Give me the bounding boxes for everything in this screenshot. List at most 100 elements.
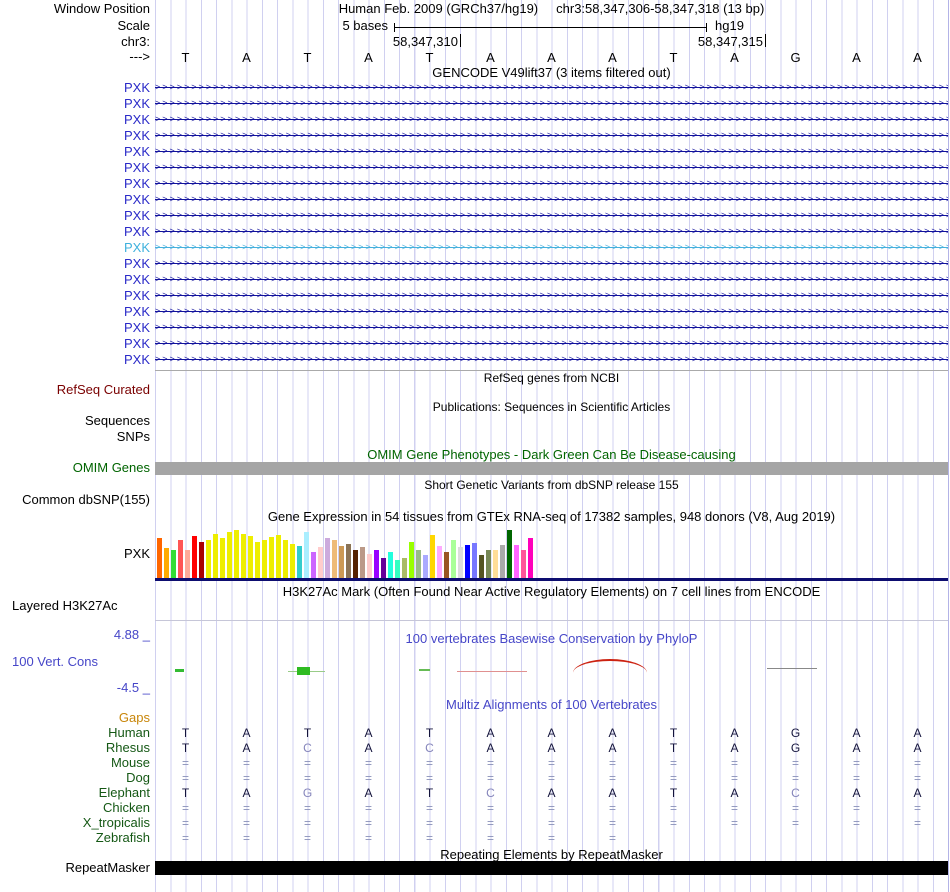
gtex-bar[interactable]	[332, 540, 337, 580]
gene-row[interactable]: >>>>>>>>>>>>>>>>>>>>>>>>>>>>>>>>>>>>>>>>…	[155, 193, 948, 206]
gtex-bar[interactable]	[465, 545, 470, 580]
gene-row-label[interactable]: PXK	[0, 129, 150, 142]
species-label-rhesus[interactable]: Rhesus	[0, 741, 150, 755]
gtex-bar[interactable]	[416, 550, 421, 580]
species-label-x-tropicalis[interactable]: X_tropicalis	[0, 816, 150, 830]
gene-row[interactable]: >>>>>>>>>>>>>>>>>>>>>>>>>>>>>>>>>>>>>>>>…	[155, 97, 948, 110]
gtex-bar[interactable]	[318, 547, 323, 580]
gtex-bar[interactable]	[290, 544, 295, 580]
gtex-bar[interactable]	[479, 555, 484, 580]
gtex-bar[interactable]	[227, 532, 232, 580]
alignment-row[interactable]: TAGATCAATACAA	[155, 786, 948, 801]
gtex-bar[interactable]	[374, 550, 379, 580]
gtex-bar[interactable]	[430, 535, 435, 580]
gtex-bar[interactable]	[255, 542, 260, 580]
gene-row[interactable]: >>>>>>>>>>>>>>>>>>>>>>>>>>>>>>>>>>>>>>>>…	[155, 337, 948, 350]
gtex-bar[interactable]	[528, 538, 533, 580]
gene-row[interactable]: >>>>>>>>>>>>>>>>>>>>>>>>>>>>>>>>>>>>>>>>…	[155, 145, 948, 158]
track-label-refseq-curated[interactable]: RefSeq Curated	[0, 383, 150, 397]
gtex-bar[interactable]	[486, 550, 491, 580]
alignment-row[interactable]: = = = = = = = = = = = = =	[155, 816, 948, 831]
track-label-snps[interactable]: SNPs	[0, 430, 150, 444]
alignment-row[interactable]: = = = = = = = = = = = = =	[155, 801, 948, 816]
gene-row-label[interactable]: PXK	[0, 113, 150, 126]
gtex-bar[interactable]	[507, 530, 512, 580]
gene-row[interactable]: >>>>>>>>>>>>>>>>>>>>>>>>>>>>>>>>>>>>>>>>…	[155, 353, 948, 366]
gene-row-label[interactable]: PXK	[0, 193, 150, 206]
gtex-bar[interactable]	[213, 534, 218, 580]
gene-row-label[interactable]: PXK	[0, 161, 150, 174]
gene-row[interactable]: >>>>>>>>>>>>>>>>>>>>>>>>>>>>>>>>>>>>>>>>…	[155, 257, 948, 270]
gtex-bar[interactable]	[262, 540, 267, 580]
gtex-bar[interactable]	[353, 550, 358, 580]
gene-row-label[interactable]: PXK	[0, 225, 150, 238]
gene-row[interactable]: >>>>>>>>>>>>>>>>>>>>>>>>>>>>>>>>>>>>>>>>…	[155, 305, 948, 318]
gene-row-label[interactable]: PXK	[0, 97, 150, 110]
gtex-bar[interactable]	[178, 540, 183, 580]
gtex-bar[interactable]	[388, 552, 393, 580]
gtex-bar[interactable]	[206, 540, 211, 580]
gene-row-label[interactable]: PXK	[0, 145, 150, 158]
gene-row-label[interactable]: PXK	[0, 209, 150, 222]
repeatmasker-track-bar[interactable]	[155, 861, 948, 875]
gene-row-label[interactable]: PXK	[0, 241, 150, 254]
species-label-gaps[interactable]: Gaps	[0, 711, 150, 725]
gtex-bar[interactable]	[248, 536, 253, 580]
gene-row[interactable]: >>>>>>>>>>>>>>>>>>>>>>>>>>>>>>>>>>>>>>>>…	[155, 161, 948, 174]
gene-row[interactable]: >>>>>>>>>>>>>>>>>>>>>>>>>>>>>>>>>>>>>>>>…	[155, 289, 948, 302]
gene-row-label[interactable]: PXK	[0, 305, 150, 318]
gtex-bar[interactable]	[451, 540, 456, 580]
gtex-bar[interactable]	[472, 543, 477, 580]
gene-row-label[interactable]: PXK	[0, 257, 150, 270]
species-label-human[interactable]: Human	[0, 726, 150, 740]
species-label-dog[interactable]: Dog	[0, 771, 150, 785]
track-label-sequences[interactable]: Sequences	[0, 414, 150, 428]
gtex-bar[interactable]	[395, 560, 400, 580]
gtex-bar[interactable]	[423, 555, 428, 580]
gtex-bar[interactable]	[500, 545, 505, 580]
gtex-bar[interactable]	[521, 550, 526, 580]
gtex-bar[interactable]	[458, 547, 463, 580]
gtex-bar[interactable]	[234, 530, 239, 580]
species-label-chicken[interactable]: Chicken	[0, 801, 150, 815]
gtex-bar[interactable]	[297, 546, 302, 580]
gtex-bar[interactable]	[164, 548, 169, 580]
track-label-omim-genes[interactable]: OMIM Genes	[0, 461, 150, 475]
gene-row-label[interactable]: PXK	[0, 321, 150, 334]
species-label-mouse[interactable]: Mouse	[0, 756, 150, 770]
gene-row-label[interactable]: PXK	[0, 337, 150, 350]
gene-row[interactable]: >>>>>>>>>>>>>>>>>>>>>>>>>>>>>>>>>>>>>>>>…	[155, 321, 948, 334]
gene-row-label[interactable]: PXK	[0, 273, 150, 286]
alignment-row[interactable]: TATATAAATAGAA	[155, 726, 948, 741]
gtex-bar[interactable]	[346, 544, 351, 580]
gtex-expression-chart[interactable]	[155, 530, 948, 580]
gtex-bar[interactable]	[311, 552, 316, 580]
gtex-bar[interactable]	[157, 538, 162, 580]
gene-row[interactable]: >>>>>>>>>>>>>>>>>>>>>>>>>>>>>>>>>>>>>>>>…	[155, 81, 948, 94]
gtex-bar[interactable]	[325, 538, 330, 580]
gtex-bar[interactable]	[199, 542, 204, 580]
gtex-bar[interactable]	[381, 558, 386, 580]
gtex-bar[interactable]	[402, 558, 407, 580]
gtex-bar[interactable]	[304, 532, 309, 580]
alignment-row[interactable]: = = = = = = = = = = = = =	[155, 771, 948, 786]
gtex-bar[interactable]	[171, 550, 176, 580]
gtex-bar[interactable]	[360, 547, 365, 580]
gtex-bar[interactable]	[367, 554, 372, 580]
track-label-common-dbsnp[interactable]: Common dbSNP(155)	[0, 493, 150, 507]
gene-row[interactable]: >>>>>>>>>>>>>>>>>>>>>>>>>>>>>>>>>>>>>>>>…	[155, 129, 948, 142]
gene-row[interactable]: >>>>>>>>>>>>>>>>>>>>>>>>>>>>>>>>>>>>>>>>…	[155, 113, 948, 126]
track-label-100-vert-cons[interactable]: 100 Vert. Cons	[12, 655, 152, 669]
alignment-row[interactable]: = = = = = = = = = = = = =	[155, 756, 948, 771]
gene-row-label[interactable]: PXK	[0, 81, 150, 94]
track-label-gtex-gene[interactable]: PXK	[0, 547, 150, 561]
alignment-row[interactable]	[155, 711, 948, 726]
gene-row-label[interactable]: PXK	[0, 353, 150, 366]
gtex-bar[interactable]	[283, 540, 288, 580]
gtex-bar[interactable]	[269, 537, 274, 580]
gtex-bar[interactable]	[339, 546, 344, 580]
species-label-elephant[interactable]: Elephant	[0, 786, 150, 800]
gtex-bar[interactable]	[185, 550, 190, 580]
gene-row[interactable]: >>>>>>>>>>>>>>>>>>>>>>>>>>>>>>>>>>>>>>>>…	[155, 209, 948, 222]
track-label-layered-h3k27ac[interactable]: Layered H3K27Ac	[12, 599, 152, 613]
